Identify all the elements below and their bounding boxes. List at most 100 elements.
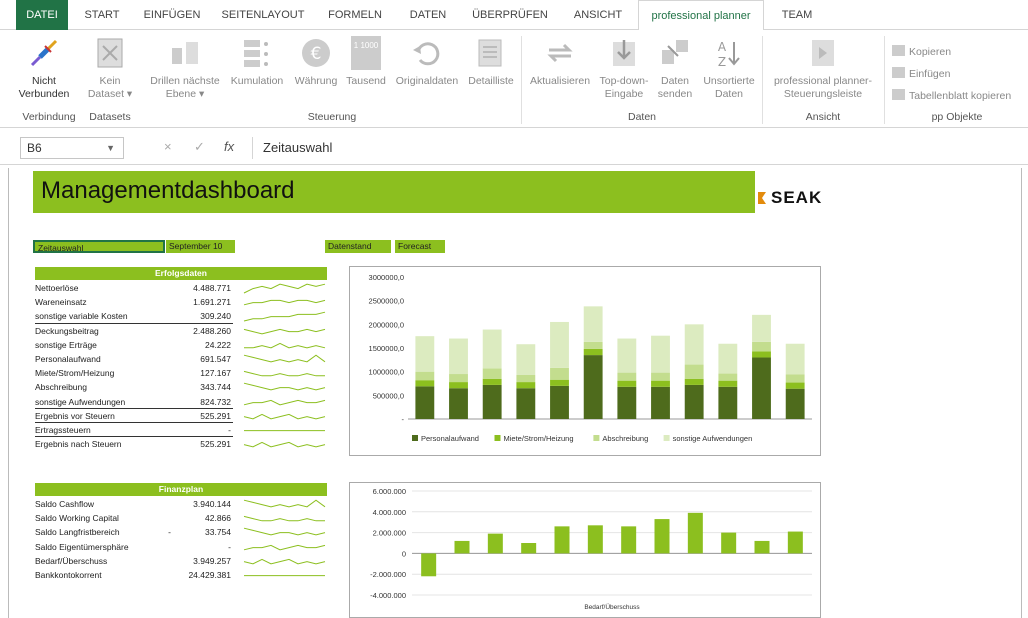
legend-label: Personalaufwand [421,434,479,443]
row-divider [35,408,233,409]
copy-sheet-button[interactable]: Tabellenblatt kopieren [892,88,1011,104]
bar-segment [449,388,468,419]
bar-segment [516,374,536,383]
chevron-down-icon[interactable]: ▼ [106,138,115,158]
cashflow-bar-chart: 6.000.000 4.000.000 2.000.000 0 -2.000.000 -4… [349,482,821,618]
name-box[interactable]: B6 ▼ [20,137,124,159]
y-tick-label: 2500000,0 [369,297,404,306]
y-tick-label: 500000,0 [373,391,404,400]
expense-stacked-bar-chart: 3000000,0 2500000,0 2000000,0 1500000,0 1000… [349,266,821,456]
control-bar-button[interactable]: professional planner- Steuerungsleiste [764,36,882,101]
undo-icon [413,42,440,66]
income-row-value: 2.488.260 [193,326,231,336]
tab-seitenlayout[interactable]: SEITENLAYOUT [214,0,312,30]
tab-datei[interactable]: DATEI [16,0,68,30]
formula-input[interactable]: Zeitauswahl [252,137,1022,159]
update-button[interactable]: Aktualisieren [524,36,596,88]
income-row-sparkline [243,311,326,322]
bar-segment [449,338,468,375]
income-row-sparkline [243,328,326,335]
x-axis-label: Bedarf/Überschuss [584,603,640,611]
thousand-icon: 1 1000 [351,36,381,70]
finance-row-value: - [228,542,231,552]
income-row-value: 343.744 [200,382,231,392]
send-data-button[interactable]: Daten senden [654,36,696,101]
tab-start[interactable]: START [76,0,128,30]
topdown-icon [613,40,635,66]
topdown-button[interactable]: Top-down- Eingabe [596,36,652,101]
detail-list-button[interactable]: Detailliste [464,36,518,88]
bar-segment [651,372,670,381]
currency-button[interactable]: € Währung [290,36,342,88]
bar-segment [684,364,704,379]
time-selection-value-cell[interactable]: September 10 [166,240,235,253]
unsorted-label-1: Unsortierte [703,75,755,87]
unsorted-label-2: Daten [714,88,744,100]
income-row-value: 24.222 [205,340,231,350]
bar-segment [651,380,670,387]
bar-segment [684,384,704,419]
tab-ueberpruefen[interactable]: ÜBERPRÜFEN [462,0,558,30]
time-selection-label-cell[interactable]: Zeitauswahl [33,240,165,253]
y-tick-label: -2.000.000 [370,570,406,579]
group-label-pp-objekte: pp Objekte [931,111,983,123]
tab-einfuegen[interactable]: EINFÜGEN [134,0,210,30]
legend-label: Miete/Strom/Heizung [504,434,574,443]
bar-segment [752,341,771,352]
confirm-icon[interactable]: ✓ [194,139,205,155]
cashflow-bar [754,540,770,554]
finance-row-sparkline [243,544,326,551]
copy-button[interactable]: Kopieren [892,44,951,60]
function-icon[interactable]: fx [224,139,234,154]
finance-row-sparkline [243,558,326,565]
row-divider [35,422,233,423]
bar-segment [785,374,805,383]
tab-team[interactable]: TEAM [770,0,824,30]
cashflow-bar [621,526,637,554]
finance-row-value: 3.949.257 [193,556,231,566]
dataset-button[interactable]: Kein Dataset ▾ [84,36,136,101]
bar-segment [516,344,536,375]
finance-row-sparkline [243,527,326,536]
paste-button[interactable]: Einfügen [892,66,950,82]
bar-segment [752,314,771,342]
bar-segment [482,378,502,385]
connect-button[interactable]: Nicht Verbunden [18,36,70,101]
data-state-label-cell[interactable]: Datenstand [325,240,391,253]
separator [762,36,763,124]
worksheet[interactable]: Managementdashboard SEAK Zeitauswahl Sep… [8,168,1022,618]
thousand-button[interactable]: 1 1000 Tausend [342,36,390,88]
bar-segment [617,386,637,419]
data-state-value-cell[interactable]: Forecast [395,240,445,253]
topdown-label-2: Eingabe [604,88,644,100]
cancel-icon[interactable]: × [164,139,172,154]
cumulation-icon [244,40,268,67]
original-data-button[interactable]: Originaldaten [392,36,462,88]
y-tick-label: -4.000.000 [370,591,406,600]
detail-list-label: Detailliste [468,75,514,87]
bar-segment [752,357,771,419]
drill-button[interactable]: Drillen nächste Ebene ▾ [146,36,224,101]
legend-swatch [663,435,670,441]
bar-segment [785,388,805,419]
group-label-daten: Daten [627,111,657,123]
original-data-label: Originaldaten [395,75,459,87]
bar-segment [718,386,738,419]
copy-sheet-icon [892,89,905,100]
unsorted-button[interactable]: A Z Unsortierte Daten [698,36,760,101]
income-row-value: 824.732 [200,397,231,407]
drill-label-1: Drillen nächste [150,75,220,87]
formula-bar: B6 ▼ × ✓ fx Zeitauswahl [0,129,1028,165]
tab-daten[interactable]: DATEN [398,0,458,30]
cumulation-button[interactable]: Kumulation [226,36,288,88]
income-row-sparkline [243,441,326,448]
tab-ansicht[interactable]: ANSICHT [562,0,634,30]
tab-formeln[interactable]: FORMELN [318,0,392,30]
tab-professional-planner[interactable]: professional planner [638,0,764,31]
finance-row-sparkline [244,575,325,577]
send-icon [662,40,688,64]
seak-logo-text: SEAK [771,188,823,207]
cashflow-bar [554,526,570,554]
cashflow-bar [787,531,803,554]
bar-segment [482,329,502,369]
